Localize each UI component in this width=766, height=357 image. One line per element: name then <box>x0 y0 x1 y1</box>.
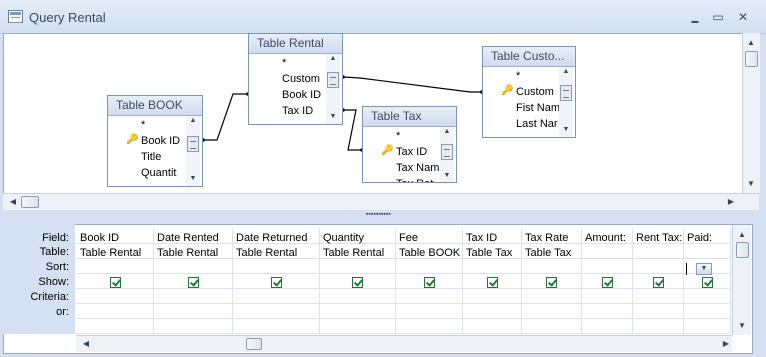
field-list-table-book[interactable]: Table BOOK * 🔑 Book ID Title Quantit ▲ ▼ <box>107 95 203 187</box>
join-rental-customer <box>342 76 482 93</box>
row-label-sort: Sort: <box>45 261 69 273</box>
text-cursor <box>686 263 687 275</box>
field-list-table-customer[interactable]: Table Custo... * 🔑 Custom Fist Nam Last … <box>482 46 576 138</box>
field-list-scrollbar[interactable]: ▲ ▼ <box>186 116 200 186</box>
field-item[interactable]: Tax ID <box>282 103 326 119</box>
scroll-thumb[interactable] <box>745 51 758 67</box>
scroll-thumb[interactable] <box>736 242 749 258</box>
grid-table-cell[interactable]: Table Rental <box>320 246 395 261</box>
field-item[interactable]: Book ID <box>141 133 185 149</box>
field-item[interactable]: Title <box>141 149 185 165</box>
grid-field-cell[interactable]: Date Rented <box>154 231 232 246</box>
field-item[interactable]: * <box>282 55 326 71</box>
show-checkbox[interactable] <box>602 277 613 288</box>
grid-table-cell[interactable] <box>633 246 683 261</box>
grid-table-cell[interactable]: Table Rental <box>77 246 153 261</box>
field-list-title[interactable]: Table Rental <box>249 34 342 54</box>
field-item[interactable]: Book ID <box>282 87 326 103</box>
grid-field-cell[interactable]: Date Returned <box>233 231 319 246</box>
show-checkbox[interactable] <box>702 277 713 288</box>
scroll-left-arrow[interactable]: ◀ <box>79 338 93 350</box>
grid-table-cell[interactable]: Table BOOK <box>396 246 462 261</box>
scroll-down-arrow[interactable]: ▼ <box>735 320 749 332</box>
row-label-table: Table: <box>39 246 69 258</box>
key-icon: 🔑 <box>381 145 394 156</box>
grid-horizontal-scrollbar[interactable]: ◀ ▶ <box>76 335 732 352</box>
show-checkbox[interactable] <box>352 277 363 288</box>
join-book-rental <box>203 93 248 141</box>
scroll-right-arrow[interactable]: ▶ <box>724 196 738 208</box>
field-item[interactable]: Tax Nam <box>396 160 440 176</box>
grid-table-cell[interactable]: Table Rental <box>233 246 319 261</box>
grid-row-labels: Field: Table: Sort: Show: Criteria: or: <box>3 224 75 334</box>
row-label-or: or: <box>56 306 69 318</box>
grid-field-cell[interactable]: Tax Rate <box>522 231 581 246</box>
field-list-title[interactable]: Table Custo... <box>483 47 575 67</box>
key-icon: 🔑 <box>501 85 514 96</box>
row-label-show: Show: <box>38 276 69 288</box>
design-pane-horizontal-scrollbar[interactable]: ◀ ▶ <box>3 193 759 210</box>
field-item[interactable]: Custom <box>282 71 326 87</box>
grid-field-cell[interactable]: Rent Tax: <box>633 231 683 246</box>
show-checkbox[interactable] <box>546 277 557 288</box>
grid-table-cell[interactable]: Table Rental <box>154 246 232 261</box>
field-list-table-rental[interactable]: Table Rental * Custom Book ID Tax ID ▲ ▼ <box>248 33 343 125</box>
join-rental-tax <box>343 109 362 151</box>
field-item[interactable]: Fist Nam <box>516 100 560 116</box>
sort-dropdown-chevron-icon[interactable]: ▼ <box>696 263 712 275</box>
field-list-scrollbar[interactable]: ▲ ▼ <box>440 127 454 182</box>
field-item[interactable]: * <box>516 68 560 84</box>
grid-field-cell[interactable]: Quantity <box>320 231 395 246</box>
scroll-down-arrow[interactable]: ▼ <box>744 178 758 190</box>
field-item[interactable]: Quantit <box>141 165 185 181</box>
scroll-thumb[interactable] <box>21 196 39 208</box>
splitter-grip-icon[interactable]: ▪▪▪▪▪▪▪▪▪▪ <box>366 211 391 218</box>
show-checkbox[interactable] <box>487 277 498 288</box>
grid-field-cell[interactable]: Book ID <box>77 231 153 246</box>
grid-table-cell[interactable]: Table Tax <box>522 246 581 261</box>
field-list-table-tax[interactable]: Table Tax * 🔑 Tax ID Tax Nam Tax Rat ▲▼ <box>362 106 457 183</box>
field-item[interactable]: Custom <box>516 84 560 100</box>
grid-column-line <box>730 229 731 334</box>
key-icon: 🔑 <box>126 134 139 145</box>
grid-field-cell[interactable]: Paid: <box>684 231 730 246</box>
grid-table-cell[interactable] <box>582 246 632 261</box>
scroll-up-arrow[interactable]: ▲ <box>744 37 758 49</box>
scroll-thumb[interactable] <box>246 338 262 350</box>
field-item[interactable]: Tax ID <box>396 144 440 160</box>
scroll-right-arrow[interactable]: ▶ <box>719 338 733 350</box>
grid-field-cell[interactable]: Amount: <box>582 231 632 246</box>
field-item[interactable]: * <box>396 128 440 144</box>
grid-vertical-scrollbar[interactable]: ▲ ▼ <box>732 225 751 335</box>
row-label-field: Field: <box>42 232 69 244</box>
show-checkbox[interactable] <box>271 277 282 288</box>
field-list-scrollbar[interactable]: ▲ ▼ <box>559 67 573 137</box>
field-list-scrollbar[interactable]: ▲ ▼ <box>326 54 340 124</box>
design-pane-vertical-scrollbar[interactable]: ▲ ▼ <box>742 33 760 193</box>
show-checkbox[interactable] <box>424 277 435 288</box>
scroll-up-arrow[interactable]: ▲ <box>735 229 749 241</box>
grid-field-cell[interactable]: Tax ID <box>463 231 521 246</box>
grid-field-cell[interactable]: Fee <box>396 231 462 246</box>
field-item[interactable]: * <box>141 117 185 133</box>
show-checkbox[interactable] <box>110 277 121 288</box>
field-list-title[interactable]: Table Tax <box>363 107 456 127</box>
show-checkbox[interactable] <box>653 277 664 288</box>
grid-table-cell[interactable] <box>684 246 730 261</box>
row-label-criteria: Criteria: <box>30 291 69 303</box>
show-checkbox[interactable] <box>188 277 199 288</box>
field-item[interactable]: Tax Rat <box>396 176 440 182</box>
scroll-left-arrow[interactable]: ◀ <box>6 196 20 208</box>
grid-table-cell[interactable]: Table Tax <box>463 246 521 261</box>
field-item[interactable]: Last Nar <box>516 116 560 132</box>
field-list-title[interactable]: Table BOOK <box>108 96 202 116</box>
